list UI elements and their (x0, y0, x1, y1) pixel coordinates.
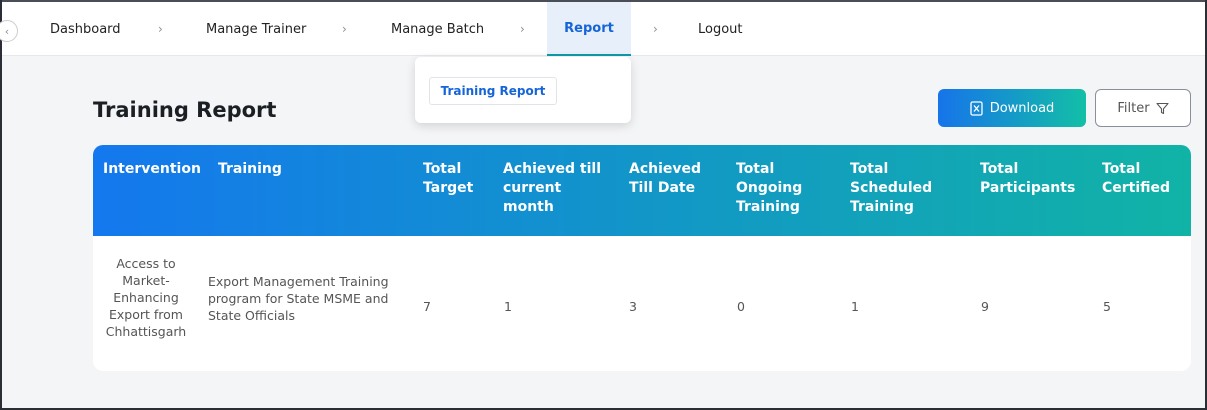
cell-total-scheduled: 1 (851, 299, 859, 314)
column-header-intervention: Intervention (103, 161, 201, 177)
cell-total-certified: 5 (1103, 299, 1111, 314)
breadcrumb-separator-icon: › (653, 22, 658, 36)
top-navbar: ‹ Dashboard › Manage Trainer › Manage Ba… (0, 2, 1205, 56)
nav-item-dashboard[interactable]: Dashboard (50, 2, 121, 56)
page-title: Training Report (93, 98, 277, 122)
training-report-table: Intervention Training Total Target Achie… (93, 145, 1191, 371)
nav-item-manage-trainer[interactable]: Manage Trainer (206, 2, 306, 56)
nav-item-logout[interactable]: Logout (698, 2, 743, 56)
column-header-training: Training (218, 161, 282, 177)
nav-item-manage-batch[interactable]: Manage Batch (391, 2, 484, 56)
cell-intervention: Access to Market- Enhancing Export from … (105, 256, 187, 339)
column-header-total-target: Total Target (423, 161, 474, 196)
column-header-total-participants: Total Participants (980, 161, 1076, 196)
column-header-total-scheduled-training: Total Scheduled Training (850, 161, 933, 215)
breadcrumb-separator-icon: › (520, 22, 525, 36)
nav-item-report[interactable]: Report (547, 2, 631, 56)
chevron-left-icon[interactable]: ‹ (0, 20, 18, 42)
cell-training: Export Management Training program for S… (208, 274, 389, 323)
column-header-achieved-current-month: Achieved till current month (503, 161, 601, 215)
window-frame-left (0, 0, 2, 410)
cell-total-participants: 9 (981, 299, 989, 314)
column-header-achieved-till-date: Achieved Till Date (629, 161, 702, 196)
breadcrumb-separator-icon: › (158, 22, 163, 36)
cell-achieved-till-date: 3 (629, 299, 637, 314)
breadcrumb-separator-icon: › (342, 22, 347, 36)
column-header-total-certified: Total Certified (1102, 161, 1171, 196)
cell-total-target: 7 (423, 299, 431, 314)
filter-funnel-icon (1156, 102, 1169, 114)
download-button[interactable]: Download (938, 89, 1086, 127)
excel-file-icon (970, 100, 983, 116)
cell-achieved-current-month: 1 (504, 299, 512, 314)
download-button-label: Download (989, 100, 1055, 116)
table-header: Intervention Training Total Target Achie… (93, 145, 1191, 236)
dropdown-item-training-report[interactable]: Training Report (429, 77, 557, 105)
cell-total-ongoing: 0 (737, 299, 745, 314)
filter-button[interactable]: Filter (1095, 89, 1191, 127)
filter-button-label: Filter (1117, 100, 1150, 116)
report-dropdown-menu: Training Report (415, 57, 631, 123)
column-header-total-ongoing-training: Total Ongoing Training (736, 161, 803, 215)
